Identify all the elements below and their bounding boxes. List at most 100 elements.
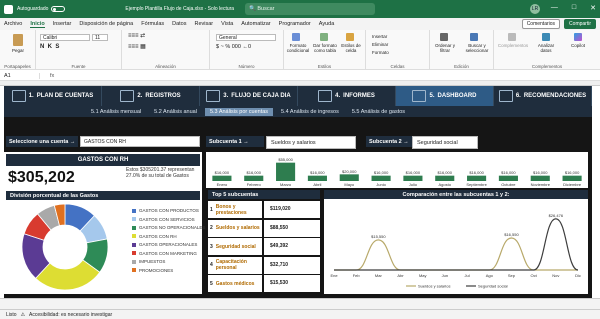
series-line (334, 218, 579, 271)
legend-swatch (132, 242, 136, 247)
group-label: Fuente (71, 64, 86, 69)
subnav-tab-5[interactable]: 5.5 Análisis de gastos (347, 108, 410, 116)
menu-6[interactable]: Revisar (195, 21, 214, 27)
comments-button[interactable]: Comentarios (521, 19, 561, 29)
analyze-data-label[interactable]: Analizar datos (532, 43, 560, 53)
share-button[interactable]: Compartir (564, 19, 596, 29)
menu-7[interactable]: Vista (221, 21, 233, 27)
main-nav: 1. PLAN DE CUENTAS 2. REGISTROS 3. FLUJO DE C… (4, 86, 592, 106)
account-selector[interactable]: GASTOS CON RH (80, 136, 200, 147)
legend-label: Sueldos y salarios (418, 284, 450, 289)
nav-num: 6. (515, 93, 521, 99)
avatar[interactable]: LR (530, 4, 540, 14)
conditional-format-icon[interactable] (292, 33, 300, 41)
menu-9[interactable]: Programador (279, 21, 311, 27)
menu-10[interactable]: Ayuda (319, 21, 335, 27)
nav-num: 1. (28, 93, 34, 99)
font-size-select[interactable]: 11 (92, 34, 108, 41)
top5-label: Gastos médicos (215, 280, 255, 287)
kpi-value: $305,202 (8, 169, 75, 186)
menu-5[interactable]: Datos (172, 21, 186, 27)
bar-value-label: $16,000 (374, 170, 389, 175)
x-tick-label: Dic (575, 273, 581, 278)
subaccount1-select[interactable]: Sueldos y salarios (266, 136, 356, 149)
nav-label: REGISTROS (145, 93, 181, 99)
copilot-label[interactable]: Copilot (564, 43, 592, 48)
kpi-note: Estos $305201.37 representan 27.0% de su… (126, 167, 195, 179)
format-table-label[interactable]: Dar formato como tabla (312, 43, 338, 53)
subnav-tab-3[interactable]: 5.3 Análisis por cuentas (204, 107, 274, 116)
menu-1[interactable]: Inicio (30, 21, 45, 28)
search-input[interactable]: 🔍 Buscar (245, 3, 375, 15)
conditional-format-label[interactable]: Formato condicional (284, 43, 312, 53)
nav-item-3[interactable]: 3. FLUJO DE CAJA DIA (200, 86, 298, 106)
paste-icon[interactable] (13, 34, 23, 46)
find-select-label[interactable]: Buscar y seleccionar (460, 43, 494, 53)
top5-label: Bonos y prestaciones (215, 203, 247, 216)
find-select-icon[interactable] (470, 33, 478, 41)
x-tick-label: Abr (397, 273, 404, 278)
pie-legend-item: GASTOS CON MARKETING (132, 251, 197, 256)
bar-category-label: Noviembre (531, 182, 551, 187)
pie-legend-item: PROMOCIONES (132, 268, 173, 273)
minimize-icon[interactable]: — (551, 4, 558, 12)
menu-4[interactable]: Fórmulas (141, 21, 164, 27)
top5-title: Top 5 subcuentas (208, 190, 320, 199)
bar (339, 174, 359, 181)
bar (307, 175, 327, 181)
addins-icon[interactable] (508, 33, 516, 41)
analyze-data-icon[interactable] (542, 33, 550, 41)
document-title: Ejemplo Plantilla Flujo de Caja.xlsx - S… (125, 6, 235, 12)
group-label: Número (238, 64, 255, 69)
subnav-tab-4[interactable]: 5.4 Análisis de ingresos (276, 108, 344, 116)
addins-label[interactable]: Complementos (494, 43, 532, 48)
subaccount2-select[interactable]: Seguridad social (412, 136, 478, 149)
delete-cells-button[interactable]: Eliminar (372, 42, 388, 47)
format-table-icon[interactable] (320, 33, 328, 41)
close-icon[interactable]: ✕ (590, 4, 596, 12)
nav-num: 2. (137, 93, 143, 99)
pie-title: División porcentual de las Gastos (6, 191, 200, 200)
nav-label: FLUJO DE CAJA DIA (231, 93, 291, 99)
cells-group: Insertar Eliminar Formato Celdas (366, 30, 430, 70)
cell-styles-icon[interactable] (346, 33, 354, 41)
align-icons-2[interactable]: ≡≡≡ ▦ (128, 44, 146, 50)
bar-category-label: Diciembre (563, 182, 582, 187)
bar (276, 162, 296, 181)
number-icons[interactable]: $ ~ % 000 ←0 (216, 44, 251, 50)
menu-2[interactable]: Insertar (53, 21, 72, 27)
menu-8[interactable]: Automatizar (241, 21, 270, 27)
accessibility-icon[interactable]: ⚠ (21, 312, 25, 318)
accessibility-status[interactable]: Accesibilidad: es necesario investigar (29, 312, 112, 318)
sort-filter-icon[interactable] (440, 33, 448, 41)
top5-rank: 4 (210, 262, 213, 268)
menu-0[interactable]: Archivo (4, 21, 22, 27)
copilot-icon[interactable] (574, 33, 582, 41)
compare-title: Comparación entre las subcuentas 1 y 2: (324, 190, 588, 199)
sheet-tabs (0, 298, 600, 309)
format-cells-button[interactable]: Formato (372, 50, 389, 55)
nav-label: RECOMENDACIONES (523, 93, 587, 99)
menu-3[interactable]: Disposición de página (79, 21, 133, 27)
nav-item-4[interactable]: 4. INFORMES (298, 86, 396, 106)
bar-category-label: Mayo (344, 182, 355, 187)
font-name-select[interactable]: Calibri (40, 34, 90, 41)
subnav-tab-1[interactable]: 5.1 Análisis mensual (86, 108, 146, 116)
fx-icon[interactable]: fx (40, 73, 54, 79)
maximize-icon[interactable]: □ (572, 4, 576, 12)
nav-item-1[interactable]: 1. PLAN DE CUENTAS (4, 86, 102, 106)
cell-styles-label[interactable]: Estilos de celda (338, 43, 364, 53)
nav-item-2[interactable]: 2. REGISTROS (102, 86, 200, 106)
autosave-toggle[interactable] (51, 6, 66, 12)
nav-item-6[interactable]: 6. RECOMENDACIONES (494, 86, 592, 106)
bold-icon[interactable]: N K S (40, 44, 59, 50)
sort-filter-label[interactable]: Ordenar y filtrar (430, 43, 460, 53)
subnav-tab-2[interactable]: 5.2 Análisis anual (149, 108, 202, 116)
name-box[interactable]: A1 (0, 72, 40, 79)
nav-item-5[interactable]: 5. DASHBOARD (396, 86, 494, 106)
insert-cells-button[interactable]: Insertar (372, 34, 387, 39)
align-icons[interactable]: ≡≡≡ ⇄ (128, 33, 145, 39)
bar-value-label: $16,000 (533, 170, 548, 175)
bar-value-label: $16,000 (565, 170, 580, 175)
number-format-select[interactable]: General (216, 34, 276, 41)
